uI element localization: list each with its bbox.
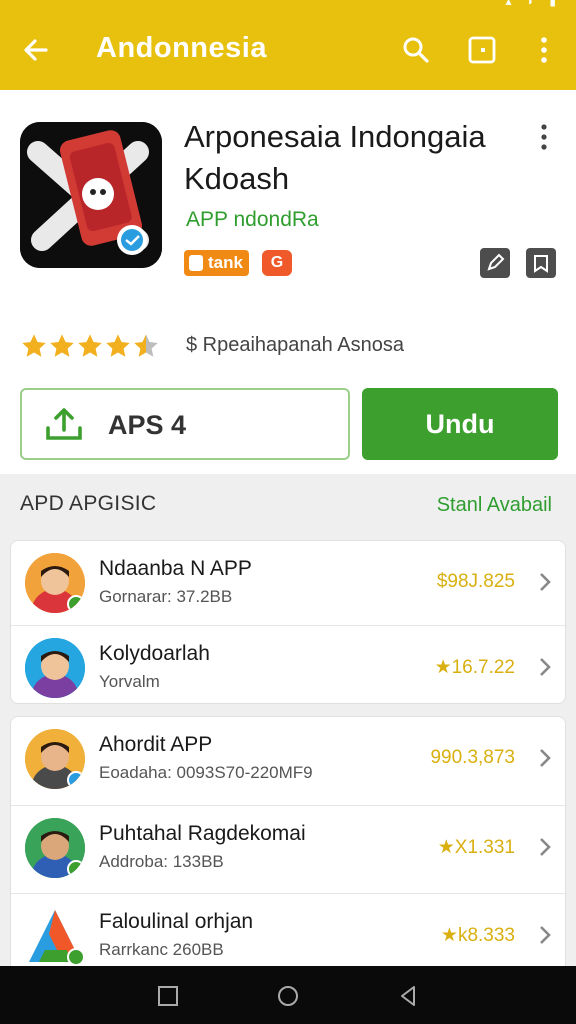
list-item-title: Ahordit APP	[99, 733, 213, 756]
list-item-subtitle: Gornarar: 37.2BB	[99, 587, 233, 606]
list-item-subtitle: Eoadaha: 0093S70-220MF9	[99, 763, 313, 782]
search-icon[interactable]	[400, 34, 432, 66]
chevron-right-icon	[540, 838, 551, 856]
list-item-value: 990.3,873	[430, 747, 515, 768]
app-icon-art	[20, 122, 162, 268]
verified-badge-icon	[67, 595, 85, 613]
open-button[interactable]: APS 4	[20, 388, 350, 460]
list-item-value: $98J.825	[436, 571, 515, 592]
app-avatar	[25, 818, 85, 878]
section-see-all-link[interactable]: Stanl Avabail	[437, 494, 552, 517]
recents-square-icon[interactable]	[156, 984, 180, 1008]
status-bar: ▴ ◗ ▮	[0, 0, 576, 10]
app-list-group-1: Ndaanba N APP Gornarar: 37.2BB $98J.825 …	[10, 540, 567, 704]
developer-link[interactable]: APP ndondRa	[186, 208, 319, 232]
app-name: Arponesaia Indongaia Kdoash	[184, 119, 486, 196]
edit-icon	[487, 253, 505, 271]
list-item-subtitle: Yorvalm	[99, 672, 160, 691]
verified-badge-icon	[67, 948, 85, 966]
rank-badge-label: tank	[208, 253, 243, 272]
app-bar-title: Andonnesia	[96, 32, 267, 64]
install-button[interactable]: Undu	[362, 388, 558, 460]
list-item-subtitle: Rarrkanc 260BB	[99, 940, 224, 959]
status-icons: ▴ ◗ ▮	[505, 0, 562, 8]
verified-badge-icon	[67, 771, 85, 789]
detail-overflow-menu-icon[interactable]	[532, 122, 556, 152]
list-item-value: ★k8.333	[440, 925, 515, 946]
chevron-right-icon	[540, 658, 551, 676]
app-bar: Andonnesia	[0, 10, 576, 90]
app-detail-card: Arponesaia Indongaia Kdoash APP ndondRa …	[0, 90, 576, 474]
app-icon	[20, 122, 162, 268]
list-item[interactable]: Ahordit APP Eoadaha: 0093S70-220MF9 990.…	[11, 717, 567, 803]
star-full-icon	[78, 334, 102, 357]
system-nav-bar	[0, 966, 576, 1024]
avatar-art	[25, 638, 85, 698]
star-full-icon	[106, 334, 130, 357]
verified-badge-icon	[67, 860, 85, 878]
bookmark-icon	[534, 255, 548, 273]
list-item-title: Kolydoarlah	[99, 642, 210, 665]
content-rating-badge: G	[262, 250, 292, 276]
list-item-title: Faloulinal orhjan	[99, 910, 254, 933]
list-item-title: Puhtahal Ragdekomai	[99, 822, 306, 845]
overflow-menu-icon[interactable]	[528, 34, 560, 66]
home-circle-icon[interactable]	[276, 984, 300, 1008]
app-list-group-2: Ahordit APP Eoadaha: 0093S70-220MF9 990.…	[10, 716, 567, 978]
list-item[interactable]: Puhtahal Ragdekomai Addroba: 133BB ★X1.3…	[11, 805, 567, 891]
list-item-value: ★16.7.22	[434, 657, 515, 678]
rating-summary: $ Rpeaihapanah Asnosa	[186, 334, 404, 356]
list-item[interactable]: Ndaanba N APP Gornarar: 37.2BB $98J.825	[11, 541, 567, 627]
list-item[interactable]: Kolydoarlah Yorvalm ★16.7.22	[11, 625, 567, 711]
app-avatar	[25, 553, 85, 613]
bookmark-button[interactable]	[526, 248, 556, 278]
chevron-right-icon	[540, 926, 551, 944]
star-full-icon	[22, 334, 46, 357]
back-arrow-icon[interactable]	[20, 34, 52, 66]
star-half-icon	[134, 334, 158, 357]
star-full-icon	[50, 334, 74, 357]
list-item-subtitle: Addroba: 133BB	[99, 852, 224, 871]
list-item-title: Ndaanba N APP	[99, 557, 252, 580]
back-triangle-icon[interactable]	[396, 984, 420, 1008]
app-avatar	[25, 906, 85, 966]
app-avatar	[25, 729, 85, 789]
rank-badge: tank	[184, 250, 249, 276]
badge-icon	[189, 255, 203, 271]
chevron-right-icon	[540, 749, 551, 767]
edit-button[interactable]	[480, 248, 510, 278]
open-button-label: APS 4	[108, 410, 187, 440]
app-avatar	[25, 638, 85, 698]
chevron-right-icon	[540, 573, 551, 591]
upload-icon	[46, 408, 82, 440]
list-item-value: ★X1.331	[437, 837, 515, 858]
share-icon[interactable]	[466, 34, 498, 66]
section-title: APD APGISIC	[20, 492, 157, 515]
